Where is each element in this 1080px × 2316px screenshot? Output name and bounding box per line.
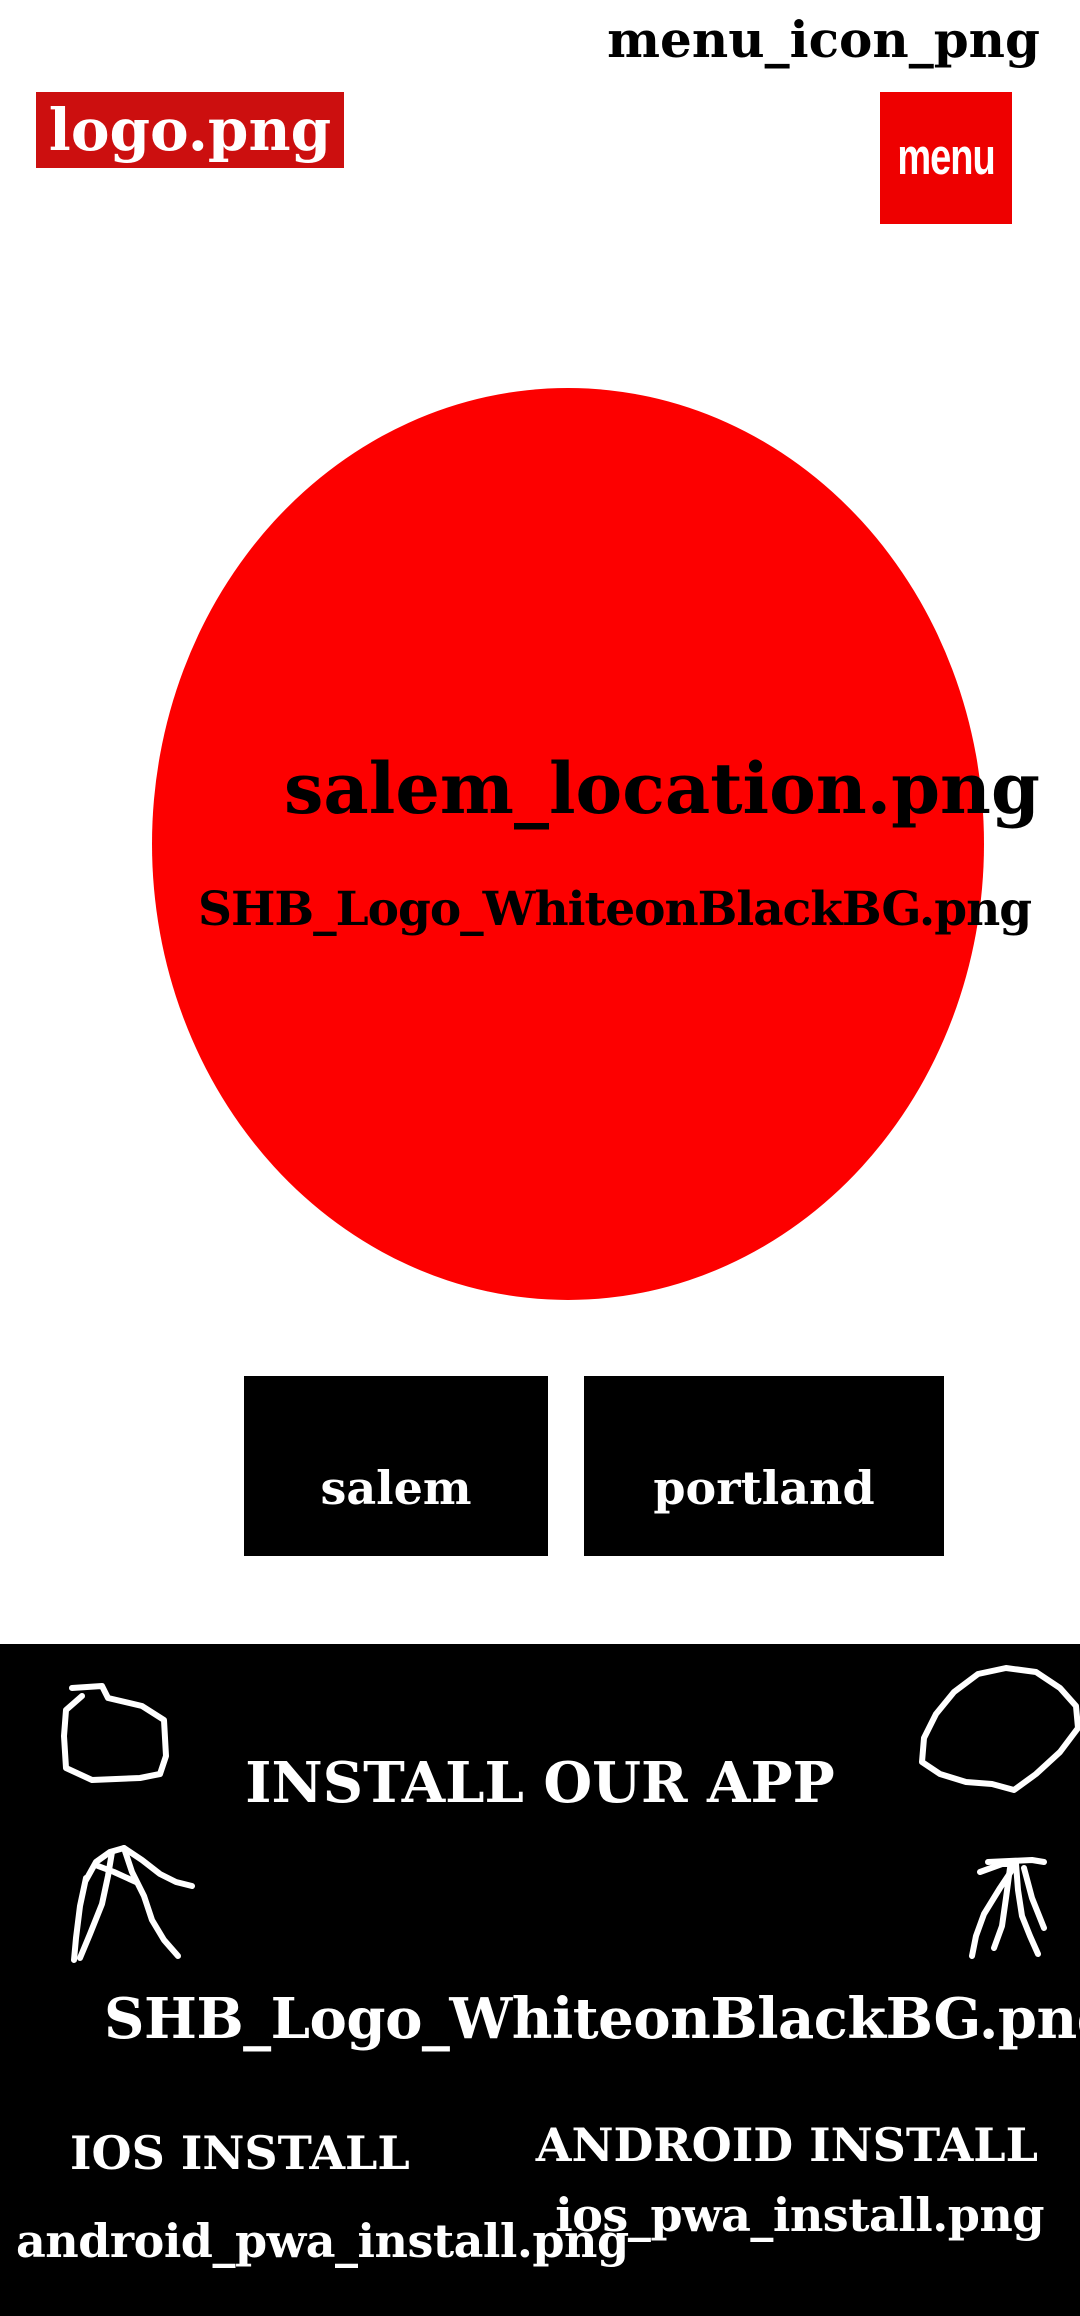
install-app-heading: INSTALL OUR APP — [245, 1750, 835, 1816]
ios-install-button[interactable]: IOS INSTALL — [70, 2124, 410, 2182]
logo[interactable]: logo.png — [36, 92, 344, 168]
portland-button[interactable]: portland — [584, 1376, 944, 1556]
salem-button-label: salem — [320, 1461, 472, 1515]
footer-logo-text: SHB_Logo_WhiteonBlackBG.png — [104, 1986, 1080, 2052]
android-install-image-text: android_pwa_install.png — [16, 2214, 629, 2268]
salem-button[interactable]: salem — [244, 1376, 548, 1556]
android-install-button[interactable]: ANDROID INSTALL — [536, 2116, 1038, 2174]
hand-drawn-doodle-icon — [61, 1683, 195, 1963]
menu-button-label: menu — [897, 128, 995, 186]
portland-button-label: portland — [653, 1461, 875, 1515]
hero-logo-text: SHB_Logo_WhiteonBlackBG.png — [198, 882, 1032, 937]
install-footer: INSTALL OUR APP SHB_Logo_WhiteonBlackBG.… — [0, 1644, 1080, 2316]
menu-icon-caption: menu_icon_png — [607, 10, 1040, 69]
ios-install-image-text: ios_pwa_install.png — [555, 2188, 1044, 2242]
hand-drawn-doodle-icon — [919, 1665, 1080, 1959]
location-image-title: salem_location.png — [284, 747, 1040, 830]
menu-button[interactable]: menu — [880, 92, 1012, 224]
location-image-circle — [152, 388, 984, 1300]
